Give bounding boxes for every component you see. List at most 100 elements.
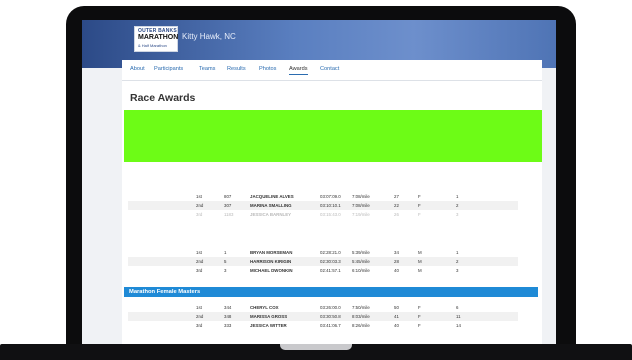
award-bib-cell: 348 [224, 314, 232, 319]
site-location: Kitty Hawk, NC [182, 32, 236, 41]
award-gender-cell: F [418, 194, 421, 199]
award-gender-cell: F [418, 203, 421, 208]
award-overall-cell: 1 [456, 250, 459, 255]
award-pace-cell: 8:03/mile [352, 314, 370, 319]
award-row[interactable]: 1st 1 BRYAN MORSEMAN 02:28:21.0 5:39/mile 34 M… [128, 248, 518, 257]
award-row[interactable]: 3rd 1183 JESSICA BARNLEY 03:15:43.0 7:19/mil… [128, 210, 518, 219]
award-row[interactable]: 3rd 333 JESSICA WITTER 03:41:06.7 8:26/mile 4… [128, 321, 518, 330]
award-gender-cell: M [418, 268, 422, 273]
award-time-cell: 03:41:06.7 [320, 323, 341, 328]
award-time-cell: 03:07:09.0 [320, 194, 341, 199]
award-overall-cell: 3 [456, 268, 459, 273]
award-bib-cell: 307 [224, 203, 232, 208]
award-pace-cell: 5:45/mile [352, 259, 370, 264]
award-place-cell: 2nd [196, 203, 204, 208]
award-age-cell: 27 [394, 194, 399, 199]
award-name-cell[interactable]: MARISSA GROSS [250, 314, 287, 319]
award-time-cell: 02:28:21.0 [320, 250, 341, 255]
award-place-cell: 1st [196, 305, 202, 310]
race-nav: About Participants Teams Results Photos … [122, 60, 542, 81]
award-name-cell[interactable]: CHERYL COX [250, 305, 279, 310]
award-pace-cell: 7:19/mile [352, 212, 370, 217]
award-bib-cell: 1 [224, 250, 227, 255]
nav-participants[interactable]: Participants [154, 66, 183, 72]
nav-awards[interactable]: Awards [289, 66, 308, 75]
award-overall-cell: 14 [456, 323, 461, 328]
award-gender-cell: F [418, 323, 421, 328]
award-bib-cell: 344 [224, 305, 232, 310]
award-name-cell[interactable]: MICHAEL DWONKIN [250, 268, 293, 273]
award-name-cell[interactable]: JESSICA WITTER [250, 323, 287, 328]
race-logo[interactable]: OUTER BANKS MARATHON & Half Marathon [134, 26, 178, 52]
award-time-cell: 03:15:43.0 [320, 212, 341, 217]
award-row[interactable]: 1st 344 CHERYL COX 03:26:00.0 7:50/mile 50 F 6 [128, 303, 518, 312]
award-category-title: Marathon Female Masters [129, 288, 201, 295]
nav-photos[interactable]: Photos [259, 66, 276, 72]
content-card: About Participants Teams Results Photos … [122, 60, 542, 344]
browser-screen: OUTER BANKS MARATHON & Half Marathon Kit… [82, 20, 556, 344]
award-category-header: Marathon Female Masters [124, 287, 538, 297]
award-place-cell: 1st [196, 250, 202, 255]
award-gender-cell: M [418, 259, 422, 264]
award-gender-cell: M [418, 250, 422, 255]
award-gender-cell: F [418, 314, 421, 319]
award-age-cell: 34 [394, 250, 399, 255]
award-time-cell: 03:26:00.0 [320, 305, 341, 310]
award-pace-cell: 7:08/mile [352, 203, 370, 208]
page-title: Race Awards [130, 92, 196, 104]
award-gender-cell: F [418, 305, 421, 310]
award-place-cell: 2nd [196, 259, 204, 264]
award-pace-cell: 5:39/mile [352, 250, 370, 255]
award-gender-cell: F [418, 212, 421, 217]
award-overall-cell: 6 [456, 305, 459, 310]
award-bib-cell: 333 [224, 323, 232, 328]
award-row[interactable]: 3rd 3 MICHAEL DWONKIN 02:41:57.1 6:10/mile 40… [128, 266, 518, 275]
nav-results[interactable]: Results [227, 66, 246, 72]
award-row[interactable]: 1st 807 JACQUELINE ALVES 03:07:09.0 7:08/mil… [128, 192, 518, 201]
award-name-cell[interactable]: BRYAN MORSEMAN [250, 250, 292, 255]
award-row[interactable]: 2nd 307 MARINA SMALLING 03:10:10.1 7:08/mile… [128, 201, 518, 210]
award-name-cell[interactable]: JESSICA BARNLEY [250, 212, 291, 217]
award-age-cell: 22 [394, 203, 399, 208]
award-overall-cell: 2 [456, 259, 459, 264]
award-age-cell: 28 [394, 259, 399, 264]
logo-text-sub: & Half Marathon [138, 43, 167, 48]
nav-contact[interactable]: Contact [320, 66, 339, 72]
award-bib-cell: 5 [224, 259, 227, 264]
award-age-cell: 41 [394, 314, 399, 319]
award-place-cell: 3rd [196, 212, 203, 217]
award-place-cell: 1st [196, 194, 202, 199]
award-age-cell: 40 [394, 268, 399, 273]
award-place-cell: 3rd [196, 268, 203, 273]
award-pace-cell: 8:26/mile [352, 323, 370, 328]
nav-about[interactable]: About [130, 66, 145, 72]
logo-text-main: MARATHON [138, 34, 179, 41]
award-name-cell[interactable]: JACQUELINE ALVES [250, 194, 294, 199]
award-time-cell: 03:10:10.1 [320, 203, 341, 208]
award-place-cell: 3rd [196, 323, 203, 328]
award-overall-cell: 3 [456, 212, 459, 217]
award-overall-cell: 1 [456, 194, 459, 199]
award-age-cell: 26 [394, 212, 399, 217]
award-overall-cell: 2 [456, 203, 459, 208]
award-place-cell: 2nd [196, 314, 204, 319]
nav-teams[interactable]: Teams [199, 66, 215, 72]
award-bib-cell: 807 [224, 194, 232, 199]
award-row[interactable]: 2nd 348 MARISSA GROSS 03:30:50.8 8:03/mile 41… [128, 312, 518, 321]
advertisement-block[interactable] [124, 110, 542, 162]
award-pace-cell: 7:08/mile [352, 194, 370, 199]
award-time-cell: 02:41:57.1 [320, 268, 341, 273]
award-bib-cell: 3 [224, 268, 227, 273]
award-pace-cell: 6:10/mile [352, 268, 370, 273]
award-time-cell: 03:30:50.8 [320, 314, 341, 319]
award-age-cell: 40 [394, 323, 399, 328]
award-pace-cell: 7:50/mile [352, 305, 370, 310]
award-name-cell[interactable]: HARRISON KIRIGIN [250, 259, 291, 264]
award-age-cell: 50 [394, 305, 399, 310]
award-bib-cell: 1183 [224, 212, 234, 217]
award-time-cell: 02:30:03.3 [320, 259, 341, 264]
award-overall-cell: 11 [456, 314, 461, 319]
award-row[interactable]: 2nd 5 HARRISON KIRIGIN 02:30:03.3 5:45/mile 2… [128, 257, 518, 266]
award-name-cell[interactable]: MARINA SMALLING [250, 203, 292, 208]
laptop-notch [280, 344, 352, 350]
